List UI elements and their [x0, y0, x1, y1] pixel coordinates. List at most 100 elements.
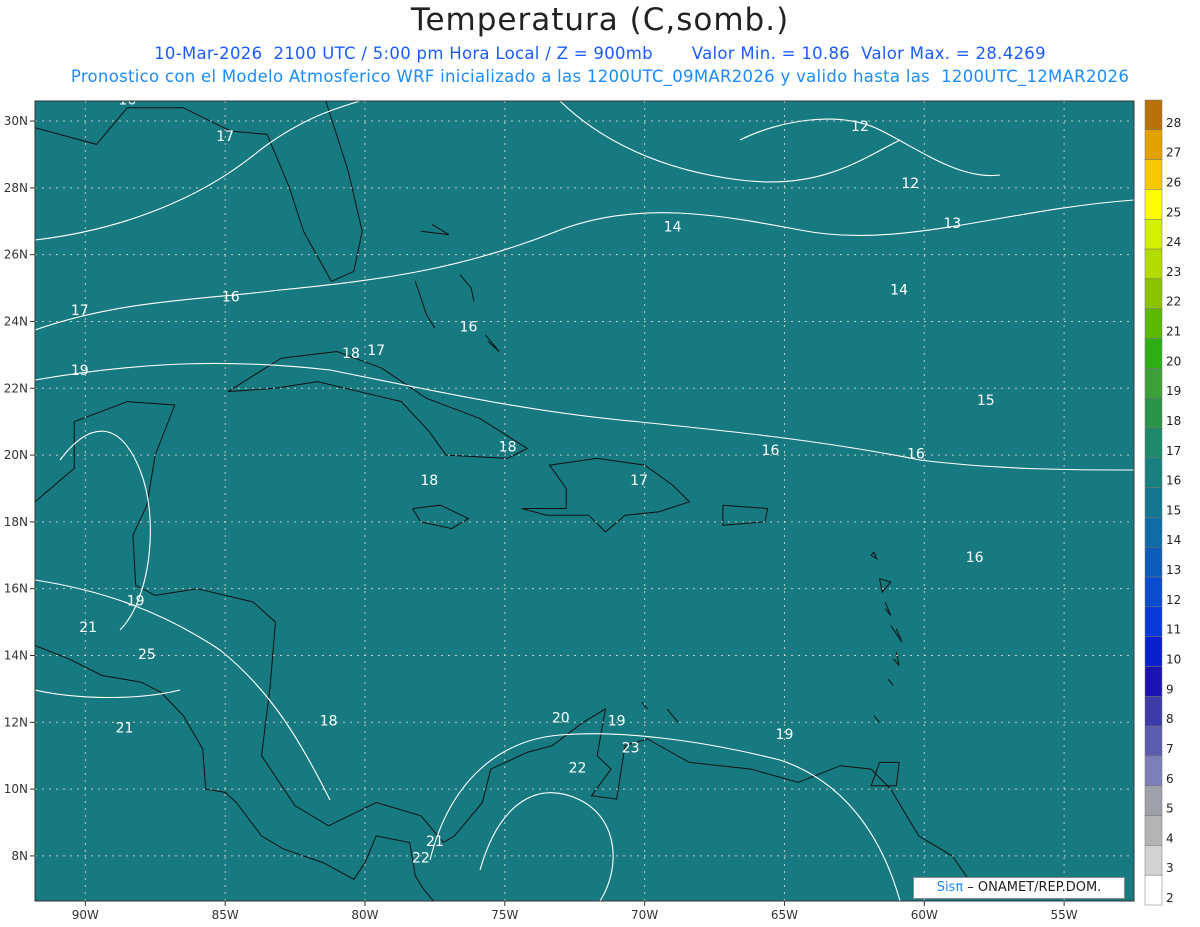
lat-label: 24N — [4, 314, 28, 328]
colorbar-swatch — [1144, 815, 1163, 846]
contour-label: 16 — [460, 319, 478, 335]
contour-label: 18 — [499, 440, 517, 456]
lat-label: 28N — [4, 181, 28, 195]
contour-label: 18 — [420, 473, 438, 489]
contour-label: 15 — [977, 393, 995, 409]
lon-label: 70W — [631, 908, 658, 922]
contour-label: 16 — [907, 446, 925, 462]
contour-label: 16 — [966, 550, 984, 566]
lat-label: 22N — [4, 381, 28, 395]
contour-label: 21 — [426, 834, 444, 850]
lon-label: 65W — [771, 908, 798, 922]
colorbar-swatch — [1144, 278, 1163, 309]
colorbar-swatch — [1144, 755, 1163, 786]
colorbar-label: 8 — [1166, 712, 1174, 726]
colorbar-label: 23 — [1166, 265, 1181, 279]
colorbar-swatch — [1144, 308, 1163, 339]
colorbar-label: 4 — [1166, 831, 1174, 845]
lon-label: 85W — [212, 908, 239, 922]
colorbar-label: 20 — [1166, 354, 1181, 368]
colorbar-label: 11 — [1166, 623, 1181, 637]
colorbar-label: 10 — [1166, 653, 1181, 667]
colorbar-swatch — [1144, 427, 1163, 459]
contour-label: 17 — [630, 473, 648, 489]
lat-label: 16N — [4, 582, 28, 596]
colorbar-swatch — [1144, 606, 1163, 637]
colorbar-label: 21 — [1166, 325, 1181, 339]
lat-label: 30N — [4, 114, 28, 128]
contour-label: 21 — [79, 620, 97, 636]
contour-label: 19 — [71, 363, 89, 379]
contour-label: 16 — [222, 289, 240, 305]
colorbar-swatch — [1144, 457, 1163, 488]
contour-label: 20 — [552, 710, 570, 726]
colorbar-swatch — [1144, 576, 1163, 608]
colorbar-swatch — [1144, 219, 1163, 250]
colorbar-swatch — [1144, 189, 1163, 220]
colorbar-swatch — [1144, 845, 1163, 876]
contour-label: 22 — [412, 851, 430, 867]
contour-label: 17 — [71, 303, 89, 319]
colorbar-label: 7 — [1166, 742, 1174, 756]
colorbar-swatch — [1144, 785, 1163, 816]
contour-label: 19 — [127, 593, 145, 609]
colorbar-label: 12 — [1166, 593, 1181, 607]
colorbar-swatch — [1144, 636, 1163, 667]
colorbar-label: 16 — [1166, 474, 1181, 488]
lon-label: 90W — [72, 908, 99, 922]
lat-label: 14N — [4, 648, 28, 662]
lat-label: 8N — [11, 849, 28, 863]
contour-label: 25 — [138, 647, 156, 663]
colorbar-label: 25 — [1166, 205, 1181, 219]
colorbar-label: 6 — [1166, 772, 1174, 786]
lon-label: 55W — [1051, 908, 1078, 922]
contour-label: 14 — [890, 283, 908, 299]
colorbar-swatch — [1144, 546, 1163, 578]
contour-label: 18 — [320, 714, 338, 730]
colorbar-swatch — [1144, 725, 1163, 757]
lon-label: 75W — [491, 908, 518, 922]
colorbar-swatch — [1144, 397, 1163, 429]
contour-label: 19 — [608, 714, 626, 730]
colorbar-label: 14 — [1166, 533, 1181, 547]
colorbar-swatch — [1144, 874, 1163, 906]
lat-label: 20N — [4, 448, 28, 462]
lon-label: 60W — [911, 908, 938, 922]
lat-label: 10N — [4, 782, 28, 796]
contour-label: 12 — [851, 119, 869, 135]
colorbar-swatch — [1144, 129, 1163, 160]
colorbar-swatch — [1144, 517, 1163, 548]
colorbar-swatch — [1144, 99, 1163, 131]
contour-label: 19 — [776, 727, 794, 743]
contour-label: 21 — [116, 720, 134, 736]
colorbar-swatch — [1144, 338, 1163, 369]
sispi-logo: Sisπ — [936, 880, 964, 895]
colorbar-swatch — [1144, 696, 1163, 727]
lat-label: 12N — [4, 715, 28, 729]
colorbar-label: 27 — [1166, 146, 1181, 160]
lat-label: 26N — [4, 248, 28, 262]
colorbar-label: 19 — [1166, 384, 1181, 398]
credit-box: Sisπ – ONAMET/REP.DOM. — [913, 877, 1125, 899]
colorbar-label: 2 — [1166, 891, 1174, 905]
colorbar-label: 9 — [1166, 682, 1174, 696]
colorbar-swatch — [1144, 248, 1163, 280]
lat-label: 18N — [4, 515, 28, 529]
colorbar-label: 24 — [1166, 235, 1181, 249]
contour-label: 13 — [943, 216, 961, 232]
contour-label: 22 — [569, 760, 587, 776]
lon-label: 80W — [351, 908, 378, 922]
colorbar-label: 28 — [1166, 116, 1181, 130]
colorbar-swatch — [1144, 487, 1163, 518]
contour-label: 14 — [664, 219, 682, 235]
colorbar-label: 13 — [1166, 563, 1181, 577]
contour-label: 23 — [622, 740, 640, 756]
colorbar-label: 18 — [1166, 414, 1181, 428]
colorbar-swatch — [1144, 159, 1163, 190]
colorbar-swatch — [1144, 368, 1163, 399]
colorbar-swatch — [1144, 666, 1163, 697]
credit-text: – ONAMET/REP.DOM. — [963, 880, 1102, 895]
contour-label: 16 — [762, 443, 780, 459]
colorbar-label: 5 — [1166, 802, 1174, 816]
temperature-map: 16 17 12 12 14 13 16 14 17 16 18 17 19 15 18 16 16 18 17 16… — [4, 99, 1181, 922]
